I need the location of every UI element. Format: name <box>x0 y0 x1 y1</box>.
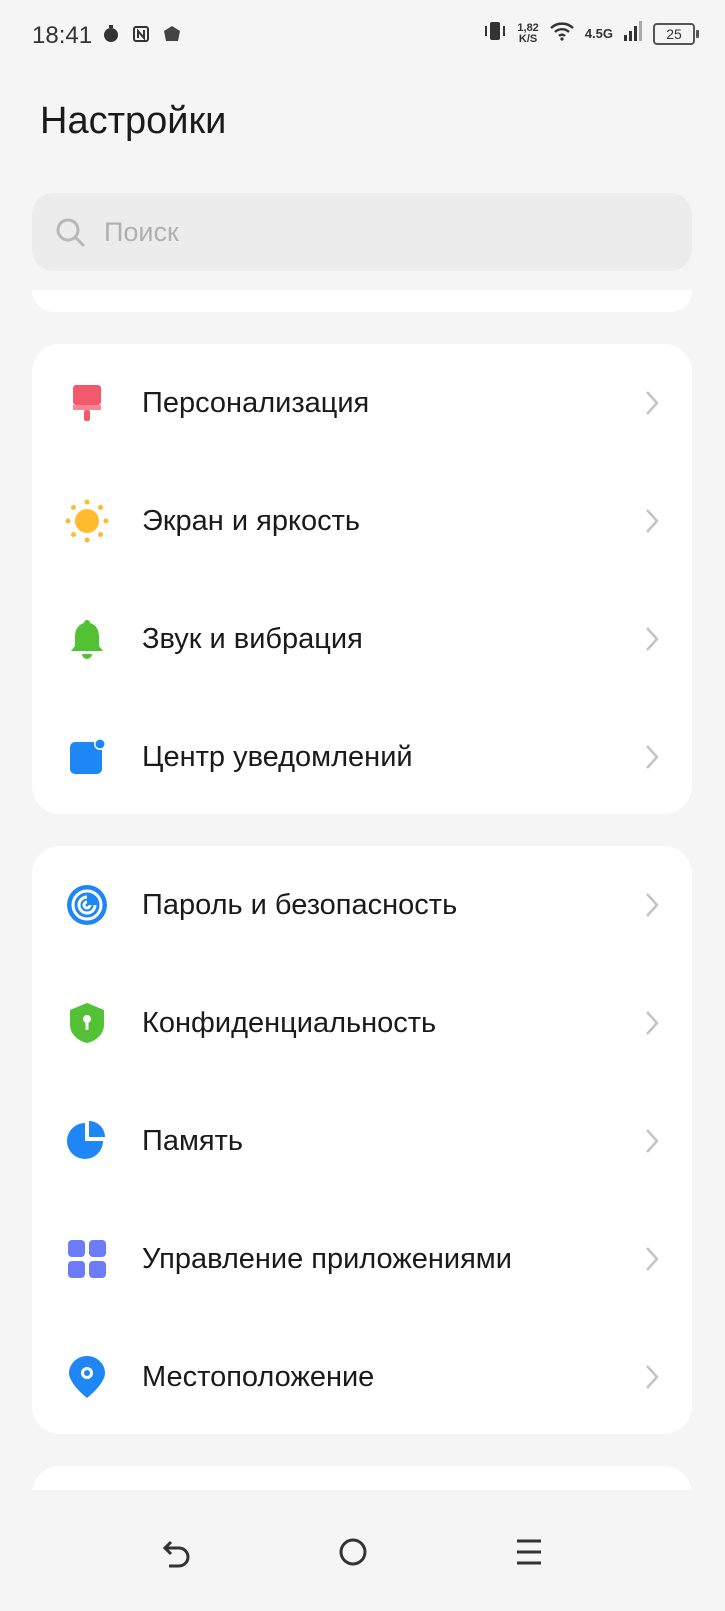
settings-item-personalization[interactable]: Персонализация <box>32 344 692 462</box>
chevron-right-icon <box>642 1008 662 1038</box>
settings-item-label: Пароль и безопасность <box>142 888 458 921</box>
status-left-icons <box>102 24 182 49</box>
page-title: Настройки <box>40 100 227 142</box>
vibrate-icon <box>483 20 507 47</box>
network-speed-value: 1,82 <box>517 21 539 34</box>
back-icon[interactable] <box>155 1530 199 1574</box>
status-right-icons: 1,82 K/S 4.5G 25 <box>483 20 699 47</box>
chevron-right-icon <box>642 1244 662 1274</box>
pie-chart-icon <box>64 1118 110 1164</box>
network-speed: 1,82 K/S <box>517 21 539 45</box>
settings-item-privacy[interactable]: Конфиденциальность <box>32 964 692 1082</box>
search-bar[interactable] <box>32 193 692 271</box>
settings-item-sound[interactable]: Звук и вибрация <box>32 580 692 698</box>
settings-item-storage[interactable]: Память <box>32 1082 692 1200</box>
battery-level: 25 <box>666 25 682 42</box>
home-icon[interactable] <box>331 1530 375 1574</box>
chevron-right-icon <box>642 890 662 920</box>
nfc-icon <box>132 24 150 49</box>
settings-item-label: Память <box>142 1124 244 1157</box>
fingerprint-icon <box>64 882 110 928</box>
settings-item-apps[interactable]: Управление приложениями <box>32 1200 692 1318</box>
timer-icon <box>102 24 120 49</box>
shield-icon <box>64 1000 110 1046</box>
bell-icon <box>64 616 110 662</box>
search-icon <box>52 214 88 250</box>
settings-item-notifications[interactable]: Центр уведомлений <box>32 698 692 816</box>
chevron-right-icon <box>642 624 662 654</box>
settings-item-label: Экран и яркость <box>142 504 360 537</box>
settings-group-1: Персонализация Экран и яркость Звук и ви… <box>32 344 692 814</box>
chevron-right-icon <box>642 506 662 536</box>
notification-center-icon <box>64 734 110 780</box>
settings-group-2: Пароль и безопасность Конфиденциальность… <box>32 846 692 1434</box>
paint-brush-icon <box>64 380 110 426</box>
location-pin-icon <box>64 1354 110 1400</box>
settings-item-label: Центр уведомлений <box>142 740 413 773</box>
menu-icon[interactable] <box>507 1530 551 1574</box>
chevron-right-icon <box>642 742 662 772</box>
navigation-bar <box>0 1490 725 1611</box>
network-speed-unit: K/S <box>518 32 538 45</box>
chevron-right-icon <box>642 1126 662 1156</box>
settings-item-label: Персонализация <box>142 386 370 419</box>
wifi-icon <box>549 21 575 46</box>
scrolled-card-edge <box>32 290 692 312</box>
app-notification-icon <box>162 24 182 49</box>
settings-item-display[interactable]: Экран и яркость <box>32 462 692 580</box>
search-input[interactable] <box>102 215 666 249</box>
settings-item-label: Местоположение <box>142 1360 375 1393</box>
settings-item-location[interactable]: Местоположение <box>32 1318 692 1436</box>
settings-item-label: Конфиденциальность <box>142 1006 437 1039</box>
settings-item-label: Управление приложениями <box>142 1242 512 1275</box>
settings-item-password[interactable]: Пароль и безопасность <box>32 846 692 964</box>
sun-icon <box>64 498 110 544</box>
status-bar: 18:41 1,82 K/S 4.5G 25 <box>0 0 725 72</box>
chevron-right-icon <box>642 388 662 418</box>
battery-icon: 25 <box>653 22 699 45</box>
signal-icon <box>623 20 643 47</box>
settings-item-label: Звук и вибрация <box>142 622 363 655</box>
network-type: 4.5G <box>584 26 613 41</box>
chevron-right-icon <box>642 1362 662 1392</box>
apps-grid-icon <box>64 1236 110 1282</box>
status-time: 18:41 <box>32 22 93 49</box>
